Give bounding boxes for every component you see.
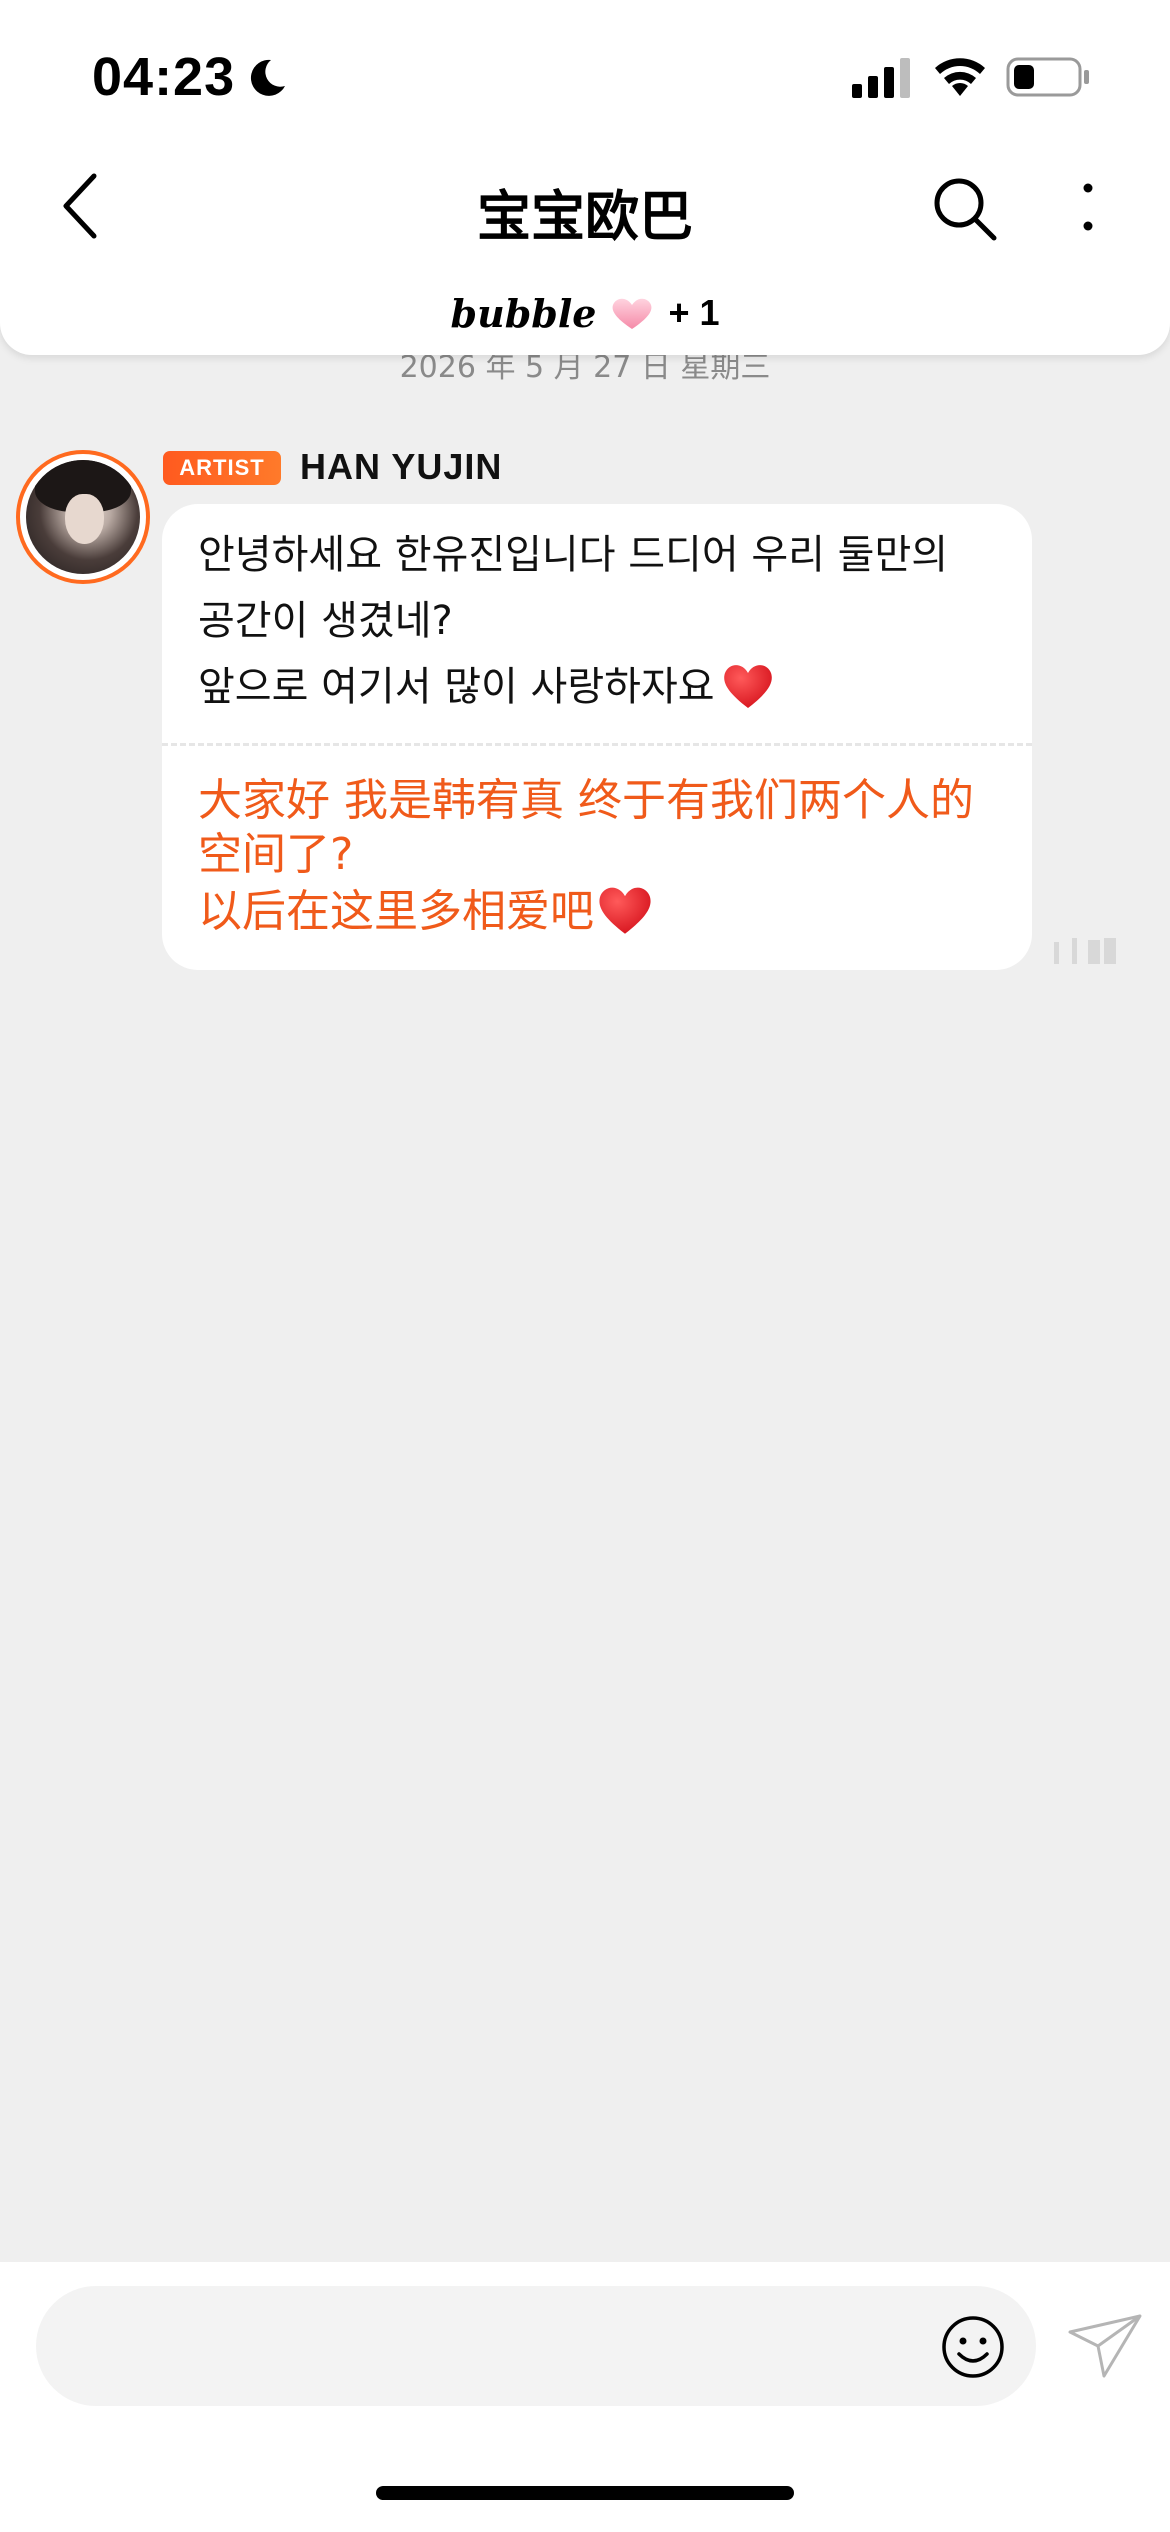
bubble-logo: bubble (450, 290, 597, 336)
status-time: 04:23 (92, 47, 236, 107)
avatar[interactable] (16, 450, 150, 584)
message-input[interactable] (36, 2286, 1036, 2406)
message-input-bar (0, 2262, 1170, 2532)
moon-icon (250, 59, 285, 96)
message-meta-indicator (1054, 938, 1116, 964)
more-vertical-icon[interactable] (1068, 178, 1108, 238)
message-original-text: 안녕하세요 한유진입니다 드디어 우리 둘만의 공간이 생겼네? 앞으로 여기서… (198, 532, 949, 710)
home-indicator (376, 2486, 794, 2500)
message-translation: 大家好 我是韩宥真 终于有我们两个人的 空间了? 以后在这里多相爱吧 (198, 774, 1018, 939)
wifi-icon (935, 58, 985, 96)
search-icon[interactable] (930, 174, 1000, 244)
brand-row[interactable]: bubble + 1 (0, 288, 1170, 338)
avatar-photo (26, 460, 140, 574)
back-arrow-icon[interactable] (56, 170, 106, 242)
battery-icon (1006, 57, 1089, 97)
message-bubble[interactable]: 안녕하세요 한유진입니다 드디어 우리 둘만의 공간이 생겼네? 앞으로 여기서… (162, 504, 1032, 970)
message-original: 안녕하세요 한유진입니다 드디어 우리 둘만의 공간이 생겼네? 앞으로 여기서… (198, 522, 1018, 720)
subscription-count: + 1 (668, 292, 720, 333)
sender-name: HAN YUJIN (300, 446, 503, 487)
send-icon[interactable] (1066, 2312, 1144, 2382)
header: 04:23 宝宝欧巴 bubble + 1 (0, 0, 1170, 355)
heart-icon (599, 887, 651, 934)
message-translation-text: 大家好 我是韩宥真 终于有我们两个人的 空间了? 以后在这里多相爱吧 (198, 775, 974, 937)
signal-icon (852, 58, 910, 98)
heart-icon (723, 665, 772, 708)
artist-badge: ARTIST (163, 451, 281, 485)
emoji-icon[interactable] (940, 2314, 1006, 2380)
heart-icon (613, 298, 652, 329)
translation-divider (162, 743, 1032, 746)
